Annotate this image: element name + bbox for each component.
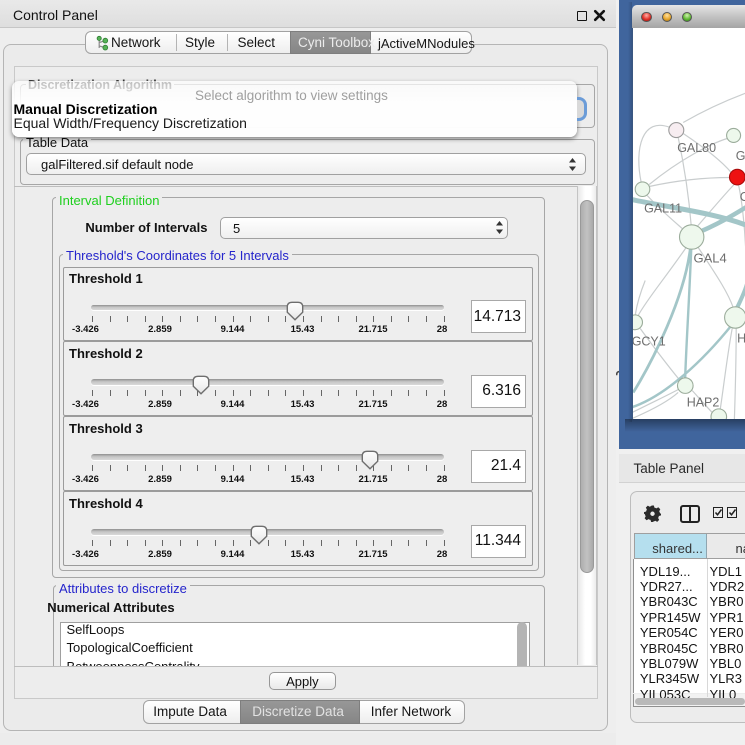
svg-text:GAL4: GAL4 (693, 250, 726, 265)
svg-text:H: H (737, 331, 745, 345)
svg-text:GCY1: GCY1 (633, 334, 666, 348)
svg-text:GAL80: GAL80 (677, 141, 716, 155)
svg-text:C: C (740, 189, 745, 203)
svg-text:GAL11: GAL11 (644, 201, 682, 215)
svg-text:HAP2: HAP2 (686, 395, 719, 409)
svg-text:G.: G. (736, 149, 745, 163)
